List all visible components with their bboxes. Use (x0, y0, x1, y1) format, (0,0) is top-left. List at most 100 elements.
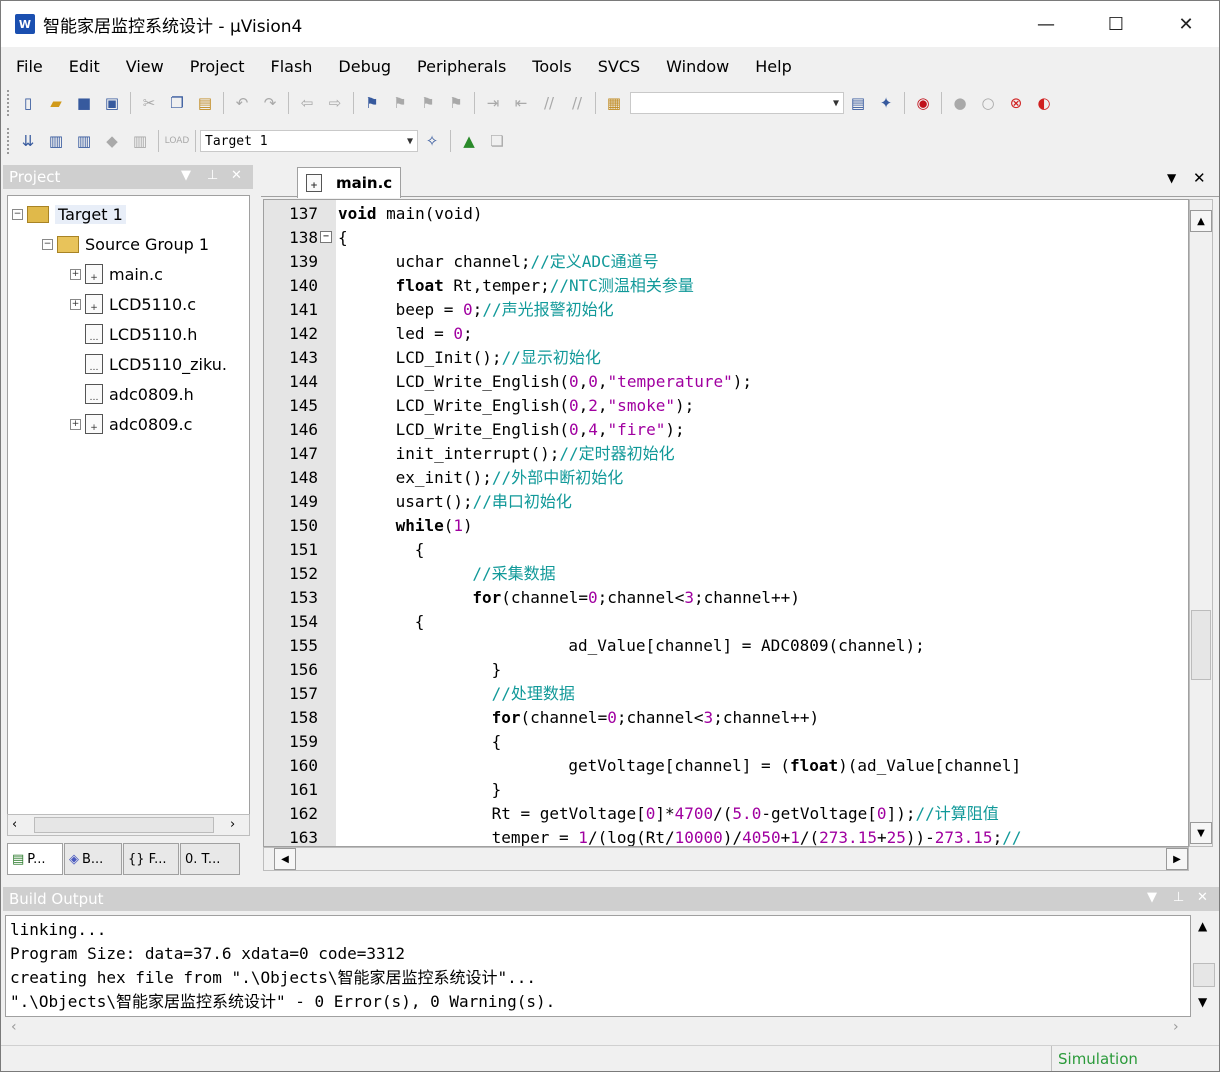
incremental-find-icon[interactable]: ✦ (874, 91, 898, 115)
code-line[interactable]: 149 usart();//串口初始化 (264, 490, 1188, 514)
editor-vertical-scrollbar[interactable]: ▲ ▼ (1189, 199, 1213, 847)
clear-bookmarks-icon[interactable]: ⚑ (444, 91, 468, 115)
tab-main-c[interactable]: + main.c (297, 167, 401, 198)
code-line[interactable]: 160 getVoltage[channel] = (float)(ad_Valu… (264, 754, 1188, 778)
scroll-left-icon[interactable]: ◀ (274, 848, 296, 870)
code-line[interactable]: 145 LCD_Write_English(0,2,"smoke"); (264, 394, 1188, 418)
build-output-text[interactable]: linking... Program Size: data=37.6 xdata… (5, 915, 1191, 1017)
tree-node-file[interactable]: … adc0809.h (85, 380, 194, 408)
breakpoint-disable-all-icon[interactable]: ⊗ (1004, 91, 1028, 115)
tab-books[interactable]: ◈ B... (64, 843, 122, 875)
breakpoint-enable-icon[interactable]: ○ (976, 91, 1000, 115)
stop-build-icon[interactable]: ▥ (128, 129, 152, 153)
build-vertical-scrollbar[interactable]: ▲ ▼ (1191, 915, 1217, 1017)
translate-icon[interactable]: ⇊ (16, 129, 40, 153)
comment-icon[interactable]: // (537, 91, 561, 115)
code-line[interactable]: 153 for(channel=0;channel<3;channel++) (264, 586, 1188, 610)
insert-bookmark-icon[interactable]: ⚑ (360, 91, 384, 115)
menu-project[interactable]: Project (175, 57, 256, 76)
scroll-right-icon[interactable]: › (1173, 1019, 1179, 1035)
code-line[interactable]: 155 ad_Value[channel] = ADC0809(channel); (264, 634, 1188, 658)
scroll-down-icon[interactable]: ▼ (1198, 995, 1207, 1009)
editor-horizontal-scrollbar[interactable]: ◀ ▶ (263, 847, 1189, 871)
code-line[interactable]: 142 led = 0; (264, 322, 1188, 346)
rebuild-icon[interactable]: ▥ (72, 129, 96, 153)
save-all-icon[interactable]: ▣ (100, 91, 124, 115)
menu-tools[interactable]: Tools (517, 57, 582, 76)
collapse-icon[interactable]: − (42, 238, 53, 250)
tab-list-icon[interactable]: ▼ (1167, 171, 1176, 185)
breakpoint-insert-icon[interactable]: ● (948, 91, 972, 115)
close-button[interactable]: ✕ (1151, 1, 1219, 47)
pane-menu-icon[interactable]: ▼ (181, 168, 191, 183)
pane-close-icon[interactable]: ✕ (1197, 890, 1208, 905)
toolbar-grip[interactable] (7, 90, 10, 116)
expand-icon[interactable]: + (70, 268, 81, 280)
maximize-button[interactable]: ☐ (1081, 1, 1151, 47)
scroll-right-icon[interactable]: › (230, 817, 235, 832)
download-icon[interactable]: LOAD (165, 129, 190, 153)
menu-file[interactable]: File (1, 57, 54, 76)
scroll-left-icon[interactable]: ‹ (12, 817, 17, 832)
manage-components-icon[interactable]: ▲ (457, 129, 481, 153)
build-horizontal-scrollbar[interactable]: ‹ › (5, 1017, 1191, 1041)
cut-icon[interactable]: ✂ (137, 91, 161, 115)
tree-node-file[interactable]: + + main.c (70, 260, 163, 288)
undo-icon[interactable]: ↶ (230, 91, 254, 115)
unindent-icon[interactable]: ⇤ (509, 91, 533, 115)
tab-project[interactable]: ▤ P... (7, 843, 63, 875)
menu-edit[interactable]: Edit (54, 57, 111, 76)
menu-svcs[interactable]: SVCS (583, 57, 651, 76)
tree-node-file[interactable]: + + adc0809.c (70, 410, 192, 438)
uncomment-icon[interactable]: // (565, 91, 589, 115)
tree-node-source-group[interactable]: − Source Group 1 (42, 230, 209, 258)
tab-functions[interactable]: {} F... (123, 843, 179, 875)
scrollbar-thumb[interactable] (34, 817, 214, 833)
expand-icon[interactable]: + (70, 418, 81, 430)
code-line[interactable]: 139 uchar channel;//定义ADC通道号 (264, 250, 1188, 274)
code-line[interactable]: 163 temper = 1/(log(Rt/10000)/4050+1/(273… (264, 826, 1188, 846)
toolbar-grip[interactable] (7, 128, 10, 154)
code-line[interactable]: 162 Rt = getVoltage[0]*4700/(5.0-getVolta… (264, 802, 1188, 826)
menu-debug[interactable]: Debug (323, 57, 402, 76)
menu-peripherals[interactable]: Peripherals (402, 57, 517, 76)
code-line[interactable]: 150 while(1) (264, 514, 1188, 538)
menu-view[interactable]: View (111, 57, 175, 76)
scroll-up-icon[interactable]: ▲ (1190, 210, 1212, 232)
tab-templates[interactable]: 0. T... (180, 843, 240, 875)
target-select[interactable]: Target 1 ▼ (200, 130, 418, 152)
fold-collapse-icon[interactable]: − (320, 231, 332, 243)
save-icon[interactable]: ■ (72, 91, 96, 115)
open-file-icon[interactable]: ▰ (44, 91, 68, 115)
code-line[interactable]: 148 ex_init();//外部中断初始化 (264, 466, 1188, 490)
menu-flash[interactable]: Flash (255, 57, 323, 76)
code-line[interactable]: 143 LCD_Init();//显示初始化 (264, 346, 1188, 370)
tree-node-target[interactable]: − Target 1 (12, 200, 126, 228)
code-line[interactable]: 138−{ (264, 226, 1188, 250)
code-line[interactable]: 158 for(channel=0;channel<3;channel++) (264, 706, 1188, 730)
navigate-forward-icon[interactable]: ⇨ (323, 91, 347, 115)
indent-icon[interactable]: ⇥ (481, 91, 505, 115)
close-tab-icon[interactable]: ✕ (1193, 169, 1206, 187)
code-line[interactable]: 156} (264, 658, 1188, 682)
code-line[interactable]: 151 { (264, 538, 1188, 562)
expand-icon[interactable]: + (70, 298, 81, 310)
batch-build-icon[interactable]: ◆ (100, 129, 124, 153)
new-file-icon[interactable]: ▯ (16, 91, 40, 115)
code-line[interactable]: 159 { (264, 730, 1188, 754)
pane-close-icon[interactable]: ✕ (231, 168, 242, 183)
collapse-icon[interactable]: − (12, 208, 23, 220)
code-line[interactable]: 146 LCD_Write_English(0,4,"fire"); (264, 418, 1188, 442)
code-line[interactable]: 137 void main(void) (264, 202, 1188, 226)
code-line[interactable]: 157 //处理数据 (264, 682, 1188, 706)
tree-node-file[interactable]: + + LCD5110.c (70, 290, 196, 318)
pin-icon[interactable]: ⊥ (1173, 890, 1184, 905)
code-line[interactable]: 140 float Rt,temper;//NTC测温相关参量 (264, 274, 1188, 298)
redo-icon[interactable]: ↷ (258, 91, 282, 115)
tree-node-file[interactable]: … LCD5110_ziku. (85, 350, 227, 378)
scroll-right-icon[interactable]: ▶ (1166, 848, 1188, 870)
navigate-back-icon[interactable]: ⇦ (295, 91, 319, 115)
scrollbar-thumb[interactable] (1191, 610, 1211, 680)
pane-menu-icon[interactable]: ▼ (1147, 890, 1157, 905)
code-line[interactable]: 147 init_interrupt();//定时器初始化 (264, 442, 1188, 466)
